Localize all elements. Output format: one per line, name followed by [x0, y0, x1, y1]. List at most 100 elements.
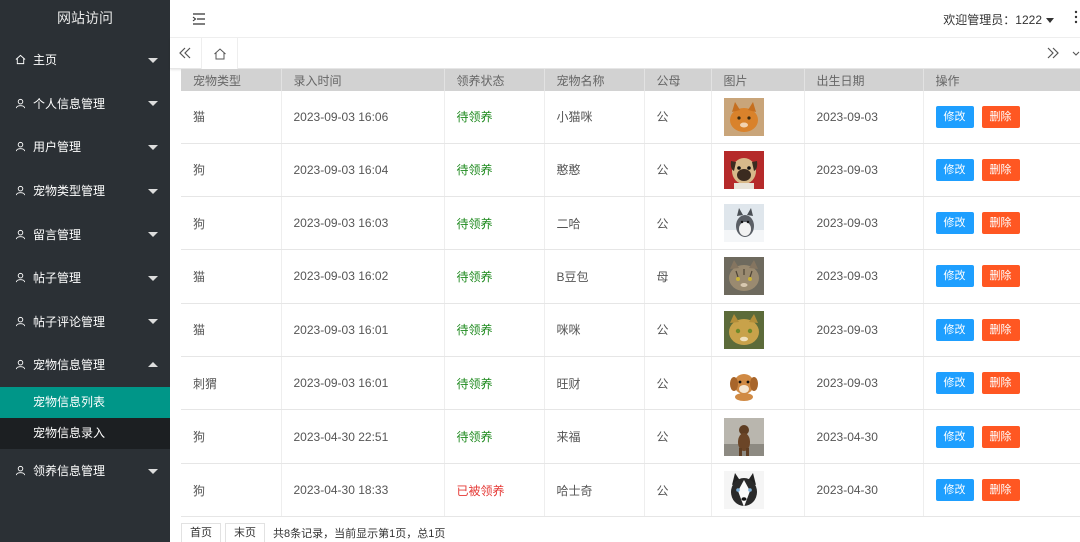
sidebar-item-home[interactable]: 主页: [0, 38, 170, 82]
top-header: 欢迎管理员：1222: [170, 0, 1080, 38]
chevron-down-icon: [148, 232, 158, 238]
cell-type: 狗: [181, 196, 282, 251]
cell-time: 2023-04-30 18:33: [281, 463, 445, 518]
delete-button[interactable]: 删除: [981, 318, 1020, 341]
table-row: 刺猬 2023-09-03 16:01 待领养 旺财 公 2023-09-03 …: [181, 356, 1080, 411]
pet-photo-pug: [723, 150, 764, 189]
edit-button[interactable]: 修改: [935, 318, 974, 341]
sidebar-item-posts[interactable]: 帖子管理: [0, 256, 170, 300]
delete-button[interactable]: 删除: [981, 105, 1020, 128]
caret-down-icon: [1046, 18, 1054, 24]
cell-actions: 修改 删除: [923, 143, 1080, 197]
cell-time: 2023-09-03 16:02: [281, 249, 445, 304]
pet-photo-husky: [723, 204, 764, 243]
pagination: 首页 末页 共8条记录，当前显示第1页，总1页: [181, 522, 446, 542]
cell-birth: 2023-09-03: [804, 356, 924, 411]
home-icon: [213, 47, 226, 59]
edit-button[interactable]: 修改: [935, 479, 974, 502]
user-menu[interactable]: 欢迎管理员：1222: [943, 11, 1054, 28]
cell-type: 狗: [181, 143, 282, 197]
cell-name: 旺财: [544, 356, 645, 411]
cell-name: 小猫咪: [544, 91, 645, 144]
delete-button[interactable]: 删除: [981, 479, 1020, 502]
user-icon: [14, 359, 26, 371]
sidebar-subitem-pet-list[interactable]: 宠物信息列表: [0, 386, 170, 418]
cell-status: 待领养: [444, 249, 545, 304]
delete-button[interactable]: 删除: [981, 265, 1020, 288]
sidebar-item-post-comments[interactable]: 帖子评论管理: [0, 300, 170, 344]
pet-photo-brown-dog: [723, 417, 764, 456]
sidebar-item-label: 领养信息管理: [33, 464, 106, 479]
user-icon: [14, 141, 26, 153]
user-label: 欢迎管理员：1222: [943, 13, 1042, 27]
delete-button[interactable]: 删除: [981, 425, 1020, 448]
cell-status: 待领养: [444, 196, 545, 251]
pagination-info: 共8条记录，当前显示第1页，总1页: [273, 527, 446, 540]
cell-time: 2023-09-03 16:06: [281, 91, 445, 144]
cell-image: [711, 303, 805, 358]
column-header: 领养状态: [444, 69, 545, 91]
user-icon: [14, 465, 26, 477]
delete-button[interactable]: 删除: [981, 158, 1020, 181]
column-header: 操作: [923, 69, 1080, 91]
sidebar-item-label: 帖子评论管理: [33, 314, 106, 329]
edit-button[interactable]: 修改: [935, 265, 974, 288]
cell-name: 憨憨: [544, 143, 645, 197]
edit-button[interactable]: 修改: [935, 212, 974, 235]
sidebar-item-label: 宠物类型管理: [33, 184, 106, 199]
pet-photo-husky-face: [723, 471, 764, 510]
cell-birth: 2023-09-03: [804, 303, 924, 358]
scroll-right-icon[interactable]: [1046, 45, 1060, 61]
cell-birth: 2023-09-03: [804, 196, 924, 251]
chevron-down-icon: [148, 144, 158, 150]
pet-table-container: 宠物类型 录入时间 领养状态 宠物名称 公母 图片 出生日期 操作 猫 2023…: [181, 69, 1080, 518]
cell-status: 已被领养: [444, 463, 545, 518]
cell-actions: 修改 删除: [923, 303, 1080, 358]
scroll-left-icon[interactable]: [178, 45, 192, 61]
pet-photo-puppy: [723, 364, 764, 403]
cell-image: [711, 143, 805, 197]
user-icon: [14, 228, 26, 240]
pet-photo-tabby-cat: [723, 257, 764, 296]
table-row: 猫 2023-09-03 16:06 待领养 小猫咪 公 2023-09-03: [181, 91, 1080, 144]
chevron-down-icon: [148, 101, 158, 107]
sidebar-item-label: 宠物信息管理: [33, 358, 106, 373]
sidebar-item-adoption[interactable]: 领养信息管理: [0, 449, 170, 493]
pet-photo-orange-cat: [723, 97, 764, 136]
cell-actions: 修改 删除: [923, 463, 1080, 518]
sidebar-item-users[interactable]: 用户管理: [0, 125, 170, 169]
sidebar-submenu: 宠物信息列表 宠物信息录入: [0, 386, 170, 449]
sidebar-item-profile[interactable]: 个人信息管理: [0, 82, 170, 126]
cell-birth: 2023-09-03: [804, 143, 924, 197]
delete-button[interactable]: 删除: [981, 212, 1020, 235]
table-row: 狗 2023-04-30 22:51 待领养 来福 公 2023-04-30 修…: [181, 409, 1080, 464]
delete-button[interactable]: 删除: [981, 372, 1020, 395]
edit-button[interactable]: 修改: [935, 158, 974, 181]
cell-type: 狗: [181, 463, 282, 518]
cell-sex: 母: [644, 249, 712, 304]
sidebar-item-pet-types[interactable]: 宠物类型管理: [0, 169, 170, 213]
cell-birth: 2023-04-30: [804, 409, 924, 464]
menu-toggle-icon[interactable]: [192, 12, 206, 26]
last-page-button[interactable]: 末页: [225, 522, 265, 542]
first-page-button[interactable]: 首页: [181, 522, 221, 542]
cell-status: 待领养: [444, 409, 545, 464]
sidebar-item-label: 用户管理: [33, 140, 82, 155]
sidebar-item-messages[interactable]: 留言管理: [0, 212, 170, 256]
sidebar-subitem-pet-add[interactable]: 宠物信息录入: [0, 418, 170, 449]
sidebar-item-pet-info[interactable]: 宠物信息管理: [0, 343, 170, 387]
tab-menu-down-icon[interactable]: [1072, 48, 1080, 58]
sidebar: 网站访问 主页 个人信息管理 用户管理 宠物类型管理 留言管理 帖子管理 帖子评…: [0, 0, 170, 542]
cell-sex: 公: [644, 463, 712, 518]
cell-image: [711, 249, 805, 304]
edit-button[interactable]: 修改: [935, 425, 974, 448]
tab-bar: [170, 38, 1080, 70]
edit-button[interactable]: 修改: [935, 105, 974, 128]
more-vertical-icon[interactable]: [1074, 10, 1078, 24]
sidebar-title[interactable]: 网站访问: [0, 0, 170, 38]
column-header: 宠物名称: [544, 69, 645, 91]
table-row: 狗 2023-09-03 16:04 待领养 憨憨 公 2023-09-03 修…: [181, 143, 1080, 197]
cell-time: 2023-04-30 22:51: [281, 409, 445, 464]
edit-button[interactable]: 修改: [935, 372, 974, 395]
tab-home[interactable]: [201, 38, 238, 70]
